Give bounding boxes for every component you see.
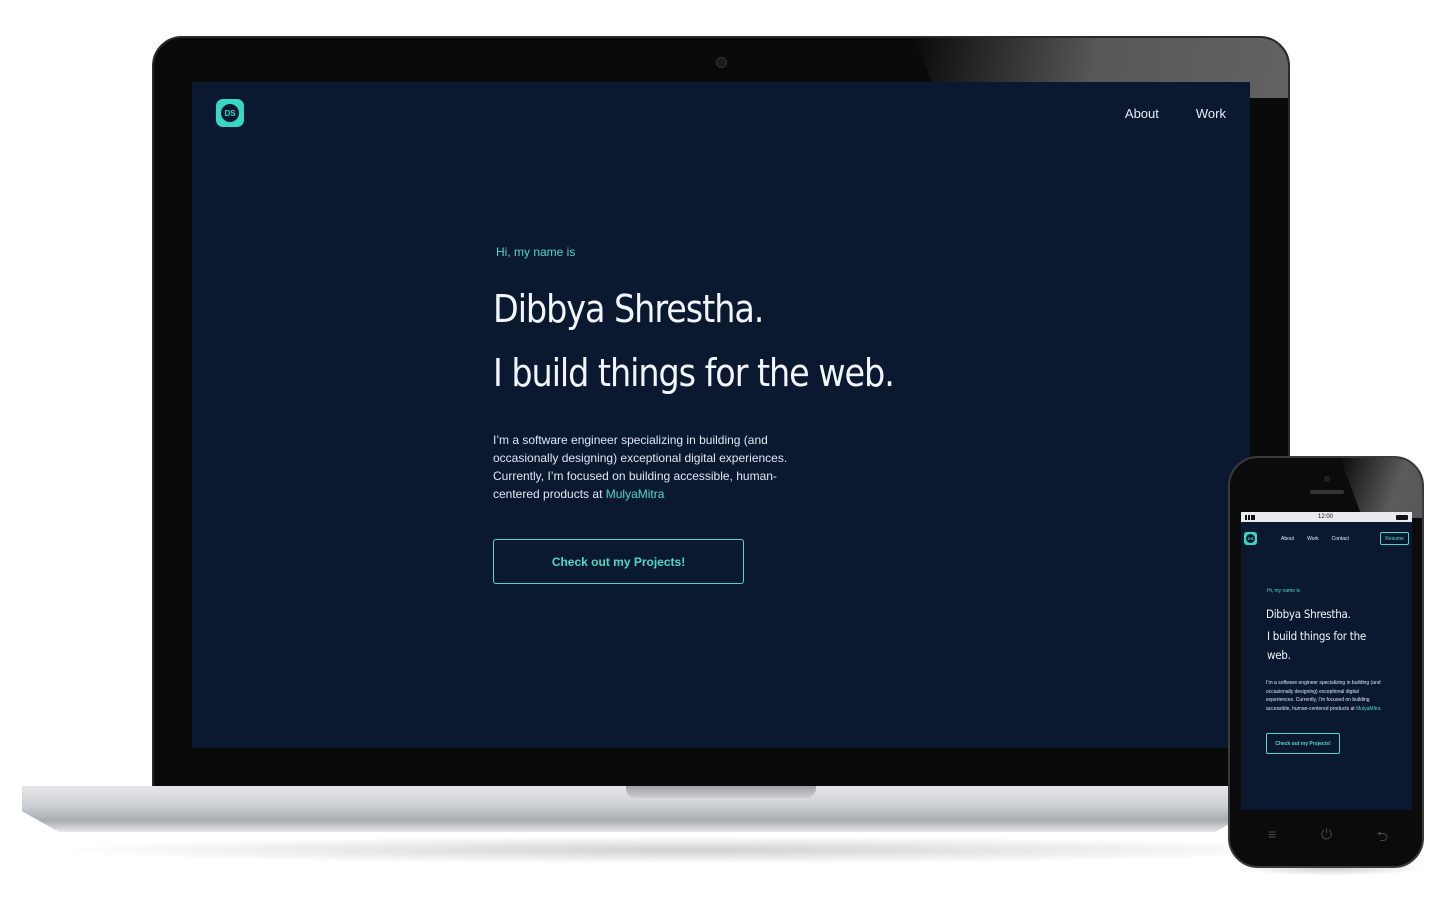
projects-button[interactable]: Check out my Projects! [493,539,744,584]
mobile-company-link[interactable]: MulyaMitra [1356,706,1380,712]
status-bar: 12:00 [1241,512,1412,522]
mobile-logo-text: DS [1246,534,1255,543]
company-link[interactable]: MulyaMitra [606,487,665,501]
battery-icon [1395,514,1408,520]
mobile-nav-work[interactable]: Work [1307,536,1319,542]
laptop-notch [626,786,816,798]
signal-icon [1245,514,1255,520]
hero-name: Dibbya Shrestha. [493,287,764,331]
mobile-greeting: Hi, my name is [1267,588,1301,594]
menu-icon[interactable]: ≡ [1268,826,1276,850]
mobile-projects-button[interactable]: Check out my Projects! [1266,733,1340,754]
greeting: Hi, my name is [496,245,576,259]
hero-section: Hi, my name is Dibbya Shrestha. I build … [493,245,1193,584]
camera-icon [717,58,726,67]
phone-speaker [1310,490,1344,494]
hero-description: I’m a software engineer specializing in … [493,431,793,503]
top-nav: About Work [1125,106,1226,121]
mobile-hero-name: Dibbya Shrestha. [1266,607,1351,621]
status-time: 12:00 [1317,514,1333,520]
hero-tagline: I build things for the web. [493,351,895,395]
mobile-nav-about[interactable]: About [1281,536,1294,542]
mobile-hero-description: I’m a software engineer specializing in … [1266,679,1386,713]
laptop-screen: DS About Work Hi, my name is Dibbya Shre… [192,82,1250,748]
nav-work-link[interactable]: Work [1196,106,1226,121]
back-icon[interactable]: ⮌ [1377,826,1388,850]
laptop-shadow [40,836,1340,864]
mobile-nav: About Work Contact [1281,536,1349,542]
phone-screen: 12:00 DS About Work Contact Resume Hi, m… [1241,512,1412,810]
mobile-logo[interactable]: DS [1244,532,1257,545]
logo[interactable]: DS [216,99,244,127]
phone-hardware-buttons: ≡ ⏻ ⮌ [1268,826,1388,850]
mobile-nav-contact[interactable]: Contact [1332,536,1349,542]
mobile-resume-button[interactable]: Resume [1380,532,1409,545]
power-icon[interactable]: ⏻ [1321,826,1332,850]
mobile-hero-tagline: I build things for the web. [1267,629,1366,662]
nav-about-link[interactable]: About [1125,106,1159,121]
phone-camera-icon [1324,476,1330,482]
mobile-hero: Hi, my name is Dibbya Shrestha. I build … [1266,588,1406,754]
phone-glare [1340,458,1422,518]
logo-text: DS [221,104,239,122]
